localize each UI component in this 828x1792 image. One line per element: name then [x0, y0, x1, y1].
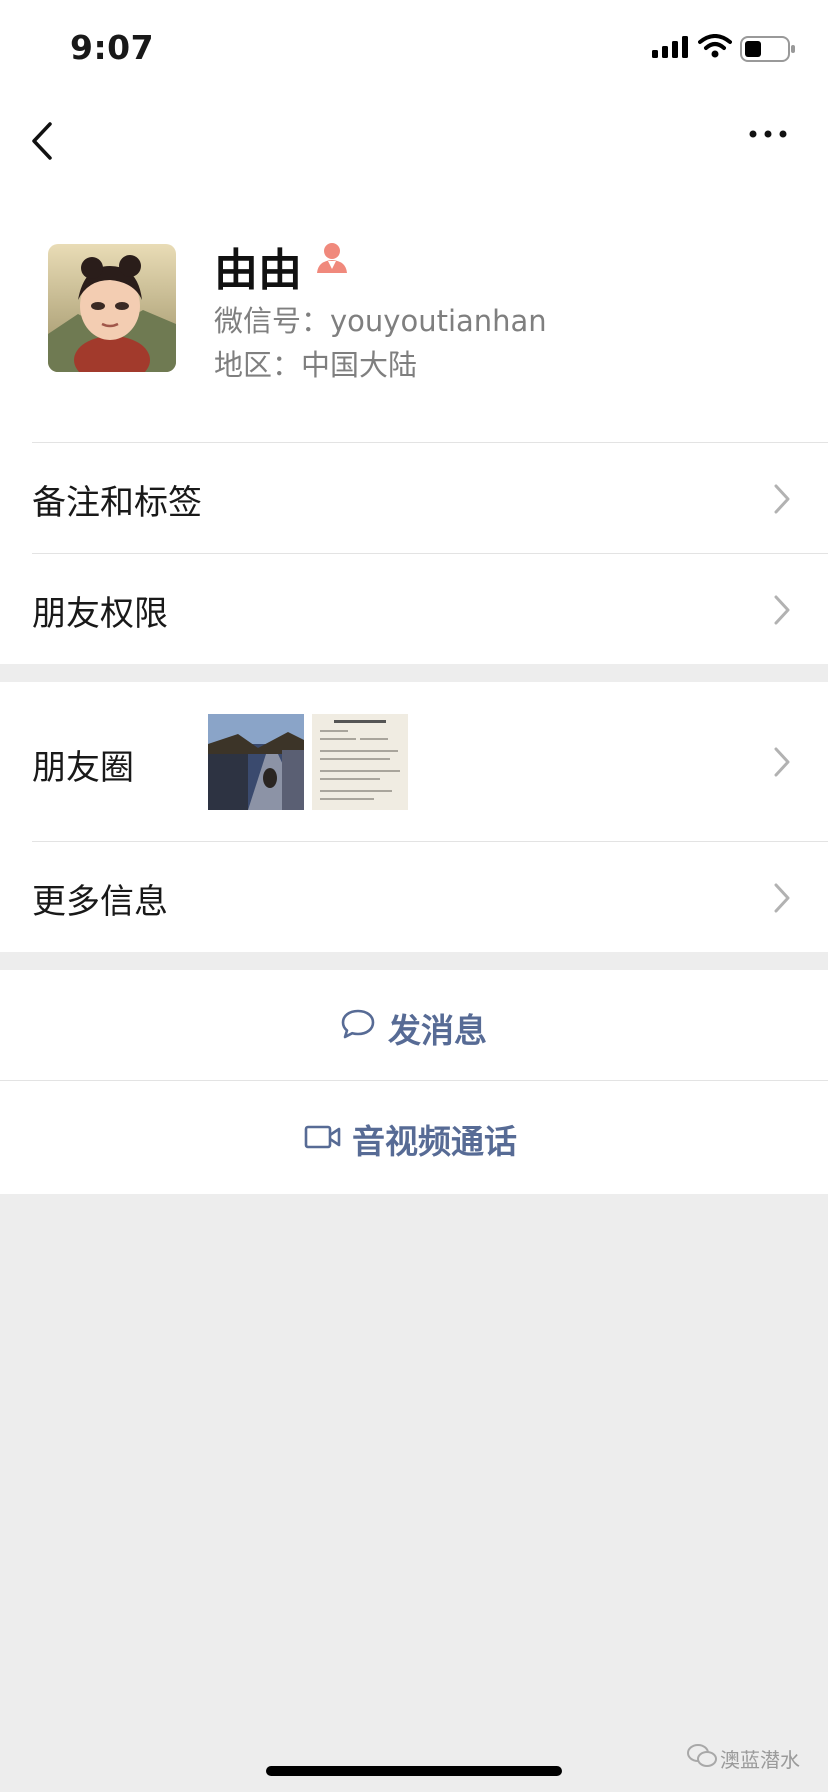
notes-and-tags-label: 备注和标签: [32, 483, 202, 523]
profile-name: 由由: [214, 245, 302, 296]
chevron-right-icon: [774, 747, 790, 777]
video-call-label: 音视频通话: [352, 1122, 517, 1161]
moments-photo-thumbnail[interactable]: [208, 714, 304, 810]
chevron-right-icon: [774, 595, 790, 625]
moments-photo-thumbnail[interactable]: [312, 714, 408, 810]
friend-permissions-label: 朋友权限: [32, 594, 168, 634]
chevron-right-icon: [774, 484, 790, 514]
more-info-row[interactable]: 更多信息: [0, 842, 828, 952]
avatar[interactable]: [48, 244, 176, 372]
cellular-signal-icon: [652, 36, 688, 58]
status-time: 9:07: [70, 28, 155, 67]
more-options-icon[interactable]: [748, 128, 788, 140]
chevron-right-icon: [774, 883, 790, 913]
send-message-label: 发消息: [388, 1011, 487, 1050]
section-separator: [0, 952, 828, 970]
moments-label: 朋友圈: [32, 748, 134, 788]
video-call-button[interactable]: 音视频通话: [0, 1081, 828, 1191]
wechat-logo-icon: [687, 1744, 717, 1767]
wifi-icon: [698, 34, 732, 58]
friend-permissions-row[interactable]: 朋友权限: [0, 554, 828, 664]
send-message-button[interactable]: 发消息: [0, 970, 828, 1080]
wechat-id: 微信号：youyoutianhan: [214, 304, 547, 338]
more-info-label: 更多信息: [32, 882, 168, 922]
back-chevron-icon[interactable]: [28, 120, 58, 162]
status-bar: 9:07: [0, 0, 828, 100]
chat-bubble-icon: [341, 1009, 375, 1039]
watermark-text: 澳蓝潜水: [720, 1748, 800, 1772]
avatar-image: [48, 244, 176, 372]
home-indicator[interactable]: [266, 1766, 562, 1776]
notes-and-tags-row[interactable]: 备注和标签: [0, 443, 828, 553]
section-separator: [0, 664, 828, 682]
region: 地区：中国大陆: [214, 348, 418, 382]
moments-row[interactable]: 朋友圈: [0, 682, 828, 841]
battery-icon: [740, 36, 795, 62]
female-gender-icon: [317, 243, 347, 273]
video-camera-icon: [304, 1125, 341, 1149]
navigation-bar: [0, 100, 828, 180]
